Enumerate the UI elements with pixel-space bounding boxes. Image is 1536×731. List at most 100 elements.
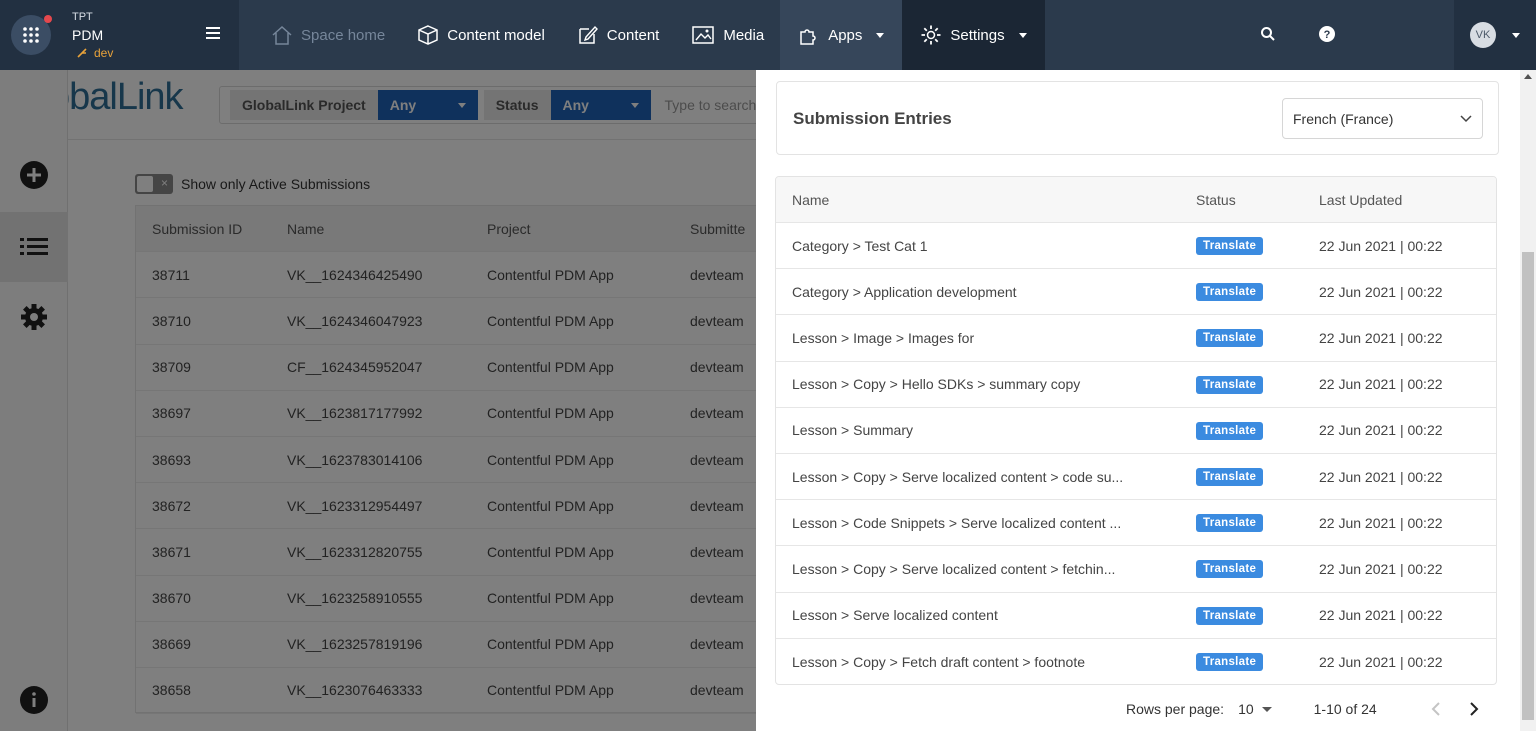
table-row[interactable]: Lesson > Image > Images for Translate 22 J…	[776, 315, 1496, 362]
table-row[interactable]: Category > Application development Transl…	[776, 269, 1496, 316]
status-badge: Translate	[1196, 606, 1264, 625]
entry-updated: 22 Jun 2021 | 00:22	[1319, 468, 1443, 485]
nav-media[interactable]: Media	[675, 0, 780, 70]
entry-name: Lesson > Image > Images for	[792, 329, 975, 346]
space-name: PDM	[72, 27, 104, 43]
nav-space-home[interactable]: Space home	[239, 0, 401, 70]
nav-content-model[interactable]: Content model	[401, 0, 561, 70]
entries-table: Name Status Last Updated Category > Test…	[775, 176, 1497, 685]
pagination: Rows per page: 10 1-10 of 24	[1126, 697, 1489, 721]
entry-updated: 22 Jun 2021 | 00:22	[1319, 329, 1443, 346]
chevron-down-icon	[1460, 114, 1472, 122]
entry-updated: 22 Jun 2021 | 00:22	[1319, 237, 1443, 254]
search-button[interactable]	[1260, 26, 1276, 47]
nav-label: Content model	[447, 26, 545, 44]
table-row[interactable]: Lesson > Summary Translate 22 Jun 2021 | 0…	[776, 408, 1496, 454]
entry-updated: 22 Jun 2021 | 00:22	[1319, 607, 1443, 624]
home-icon	[272, 25, 292, 45]
entry-name: Lesson > Code Snippets > Serve localized…	[792, 514, 1122, 531]
puzzle-icon	[800, 29, 816, 45]
account-menu[interactable]: VK	[1454, 0, 1536, 70]
top-navigation: TPT PDM dev Space home Content model Con…	[0, 0, 1536, 70]
table-row[interactable]: Lesson > Copy > Serve localized content …	[776, 454, 1496, 501]
table-row[interactable]: Lesson > Copy > Serve localized content …	[776, 546, 1496, 593]
chevron-right-icon	[1469, 702, 1479, 716]
branch-icon	[77, 48, 87, 58]
entry-name: Lesson > Copy > Serve localized content …	[792, 560, 1116, 577]
drawer-title: Submission Entries	[793, 109, 952, 128]
status-badge: Translate	[1196, 283, 1264, 302]
entry-name: Lesson > Copy > Serve localized content …	[792, 468, 1124, 485]
nav-label: Media	[723, 26, 765, 44]
gear-icon	[921, 25, 941, 45]
rows-per-page-label: Rows per page:	[1126, 701, 1225, 717]
table-row[interactable]: Category > Test Cat 1 Translate 22 Jun 202…	[776, 223, 1496, 270]
table-row[interactable]: Lesson > Serve localized content Translat…	[776, 593, 1496, 639]
environment-name: dev	[94, 46, 114, 60]
svg-text:?: ?	[1324, 29, 1331, 41]
grid-icon	[23, 27, 39, 43]
entry-updated: 22 Jun 2021 | 00:22	[1319, 422, 1443, 439]
previous-page-button[interactable]	[1421, 697, 1451, 721]
entry-updated: 22 Jun 2021 | 00:22	[1319, 376, 1443, 393]
scrollbar[interactable]	[1520, 70, 1536, 731]
space-switcher[interactable]: TPT PDM dev	[0, 0, 239, 70]
scrollbar-thumb[interactable]	[1522, 252, 1534, 720]
status-badge: Translate	[1196, 237, 1264, 256]
table-row[interactable]: Lesson > Copy > Hello SDKs > summary cop…	[776, 362, 1496, 408]
next-page-button[interactable]	[1459, 697, 1489, 721]
language-value: French (France)	[1293, 110, 1394, 127]
status-badge: Translate	[1196, 653, 1264, 672]
entry-updated: 22 Jun 2021 | 00:22	[1319, 560, 1443, 577]
chevron-down-icon	[1018, 32, 1027, 38]
menu-button[interactable]	[205, 26, 221, 45]
rows-per-page-select[interactable]: 10	[1238, 701, 1272, 717]
rows-per-page-value: 10	[1238, 701, 1254, 717]
language-select[interactable]: French (France)	[1282, 98, 1483, 139]
image-icon	[692, 26, 715, 44]
entry-updated: 22 Jun 2021 | 00:22	[1319, 653, 1443, 670]
nav-label: Apps	[828, 26, 863, 44]
scroll-up-arrow-icon[interactable]	[1524, 74, 1532, 79]
status-badge: Translate	[1196, 329, 1264, 348]
entry-name: Lesson > Serve localized content	[792, 607, 998, 624]
submission-entries-header: Submission Entries French (France)	[776, 81, 1499, 155]
environment-label: dev	[76, 46, 113, 60]
search-icon	[1261, 27, 1275, 41]
entry-updated: 22 Jun 2021 | 00:22	[1319, 514, 1443, 531]
box-icon	[418, 25, 438, 45]
column-header-name[interactable]: Name	[776, 192, 1196, 208]
nav-settings[interactable]: Settings	[902, 0, 1045, 70]
notification-dot	[44, 15, 52, 23]
entry-name: Category > Test Cat 1	[792, 237, 928, 254]
entry-name: Category > Application development	[792, 283, 1017, 300]
table-row[interactable]: Lesson > Copy > Fetch draft content > fo…	[776, 639, 1496, 684]
table-row[interactable]: Lesson > Code Snippets > Serve localized…	[776, 500, 1496, 547]
nav-content[interactable]: Content	[561, 0, 676, 70]
chevron-down-icon	[1512, 32, 1520, 38]
status-badge: Translate	[1196, 375, 1264, 394]
help-icon: ?	[1319, 26, 1335, 42]
nav-label: Settings	[950, 26, 1005, 44]
status-badge: Translate	[1196, 421, 1264, 440]
nav-apps[interactable]: Apps	[780, 0, 903, 70]
chevron-left-icon	[1431, 702, 1440, 716]
status-badge: Translate	[1196, 468, 1264, 487]
page-range: 1-10 of 24	[1313, 701, 1377, 717]
table-header: Name Status Last Updated	[776, 177, 1496, 223]
chevron-down-icon	[1261, 706, 1272, 712]
entry-name: Lesson > Copy > Fetch draft content > fo…	[792, 653, 1086, 670]
column-header-status[interactable]: Status	[1196, 192, 1319, 208]
entry-name: Lesson > Copy > Hello SDKs > summary cop…	[792, 376, 1081, 393]
avatar: VK	[1470, 22, 1496, 48]
status-badge: Translate	[1196, 514, 1264, 533]
org-name: TPT	[72, 11, 93, 23]
status-badge: Translate	[1196, 560, 1264, 579]
nav-label: Space home	[301, 26, 386, 44]
help-button[interactable]: ?	[1318, 25, 1336, 48]
nav-label: Content	[606, 26, 660, 44]
entry-name: Lesson > Summary	[792, 422, 913, 439]
chevron-down-icon	[876, 32, 885, 38]
column-header-updated[interactable]: Last Updated	[1319, 192, 1489, 208]
hamburger-icon	[206, 27, 220, 39]
